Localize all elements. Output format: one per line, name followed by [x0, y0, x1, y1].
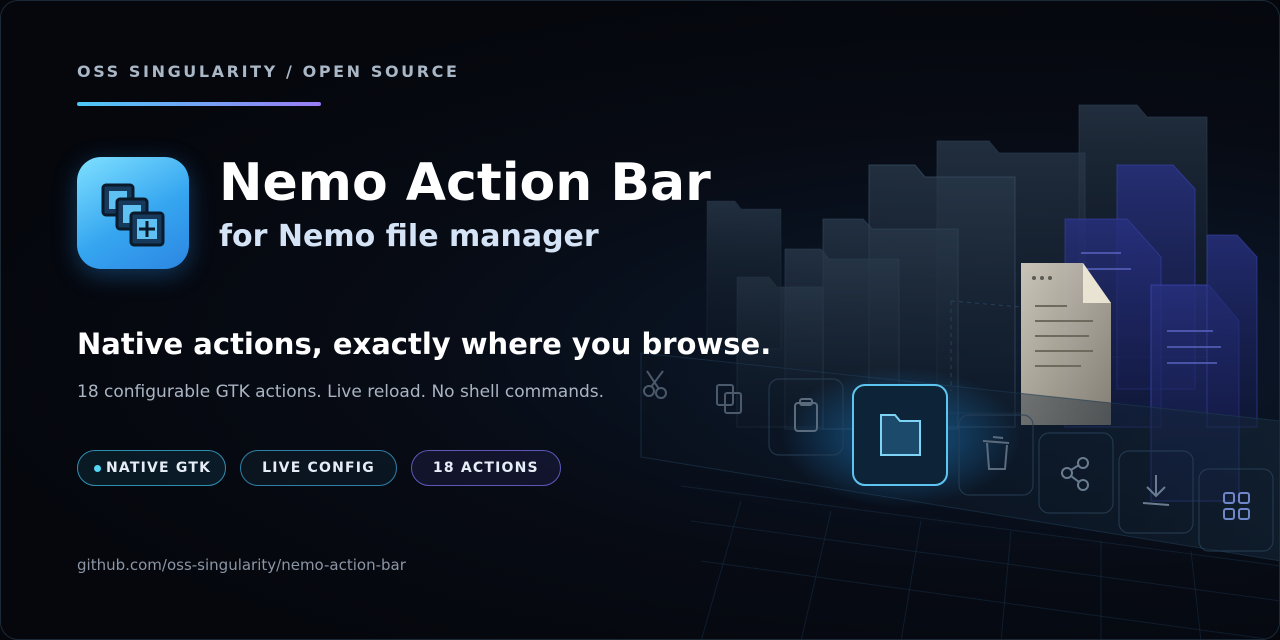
badge-label: 18 ACTIONS: [432, 460, 539, 476]
app-subtitle: for Nemo file manager: [219, 219, 599, 254]
accent-divider: [77, 102, 321, 106]
social-card: OSS SINGULARITY / OPEN SOURCE Nemo Actio…: [0, 0, 1280, 640]
tagline: Native actions, exactly where you browse…: [77, 327, 772, 361]
eyebrow-label: OSS SINGULARITY / OPEN SOURCE: [77, 62, 460, 81]
background-illustration: [640, 104, 1279, 639]
badge-label: NATIVE GTK: [106, 460, 212, 476]
stacked-windows-icon: [101, 183, 165, 247]
badge-row: NATIVE GTK LIVE CONFIG 18 ACTIONS: [77, 450, 561, 486]
badge-actions-count: 18 ACTIONS: [410, 450, 561, 486]
description: 18 configurable GTK actions. Live reload…: [77, 382, 605, 402]
app-logo: [77, 157, 189, 269]
status-dot-icon: [94, 464, 101, 472]
app-title: Nemo Action Bar: [219, 153, 711, 213]
repo-url: github.com/oss-singularity/nemo-action-b…: [77, 556, 406, 574]
badge-label: LIVE CONFIG: [262, 460, 375, 476]
badge-native-gtk: NATIVE GTK: [77, 450, 227, 486]
badge-live-config: LIVE CONFIG: [240, 450, 397, 486]
folder-icon: [880, 414, 921, 456]
